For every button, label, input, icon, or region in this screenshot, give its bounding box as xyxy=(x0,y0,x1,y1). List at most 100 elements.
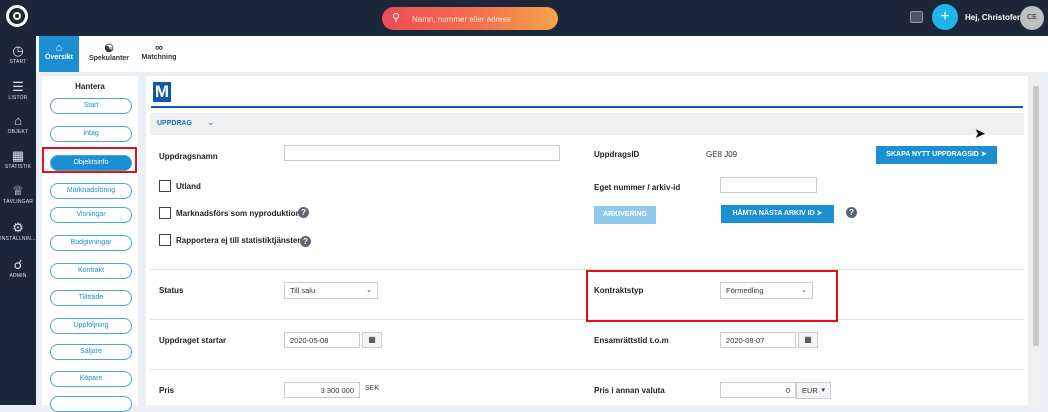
scrollbar-thumb[interactable] xyxy=(1033,86,1039,346)
uppdragsnamn-label: Uppdragsnamn xyxy=(159,152,218,161)
eget-nummer-label: Eget nummer / arkiv-id xyxy=(594,183,681,192)
calendar-icon[interactable]: ▦ xyxy=(798,332,818,348)
rapportera-checkbox[interactable] xyxy=(159,234,171,246)
object-subtabs: ⌂ Översikt ☯ Spekulanter ∞ Matchning xyxy=(36,36,1048,72)
eget-nummer-input[interactable] xyxy=(720,177,817,193)
ensamratt-label: Ensamrättstid t.o.m xyxy=(594,336,669,345)
tab-label: Översikt xyxy=(44,54,74,61)
section-header-uppdrag[interactable]: UPPDRAG ⌄ xyxy=(150,113,1024,135)
help-icon[interactable]: ? xyxy=(846,207,857,218)
hantera-tilltrade-button[interactable]: Tillträde xyxy=(50,290,132,306)
sidebar-item-installningar[interactable]: ⚙ INSTÄLLNIN... xyxy=(0,220,36,243)
chart-icon: ▦ xyxy=(11,148,25,163)
uppdragsid-label: UppdragsID xyxy=(594,150,640,159)
ensamratt-input[interactable]: 2020-08-07 xyxy=(720,332,796,348)
hantera-title: Hantera xyxy=(75,82,105,91)
hantera-uppfoljning-button[interactable]: Uppföljning xyxy=(50,318,132,334)
select-value: EUR xyxy=(802,386,818,395)
hantera-kontrakt-button[interactable]: Kontrakt xyxy=(50,263,132,279)
brand-divider xyxy=(151,106,1023,108)
hantera-marknadsforing-button[interactable]: Marknadsföring xyxy=(50,183,132,199)
tab-oversikt[interactable]: ⌂ Översikt xyxy=(39,36,79,72)
hantera-saljare-button[interactable]: Säljare xyxy=(50,344,132,360)
sidebar-item-label: STATISTIK xyxy=(4,164,32,170)
pris-annan-valuta-input[interactable]: 0 xyxy=(720,382,796,398)
utland-checkbox[interactable] xyxy=(159,180,171,192)
avatar[interactable]: CE xyxy=(1020,6,1044,30)
list-icon: ☰ xyxy=(12,79,24,94)
help-icon[interactable]: ? xyxy=(300,236,311,247)
tab-spekulanter[interactable]: ☯ Spekulanter xyxy=(84,36,134,72)
calendar-icon[interactable]: ▦ xyxy=(362,332,382,348)
lock-icon: ☌ xyxy=(13,257,23,272)
status-label: Status xyxy=(159,286,184,295)
gauge-icon: ◷ xyxy=(12,43,24,58)
mouse-cursor-icon: ➤ xyxy=(974,125,986,141)
sidebar-item-label: ADMIN xyxy=(9,273,27,279)
highlight-box-kontraktstyp xyxy=(586,270,838,322)
sidebar-item-start[interactable]: ◷ START xyxy=(0,43,36,66)
sidebar-item-admin[interactable]: ☌ ADMIN xyxy=(0,257,36,280)
sidebar-item-listor[interactable]: ☰ LISTOR xyxy=(0,79,36,102)
hantera-more-button[interactable] xyxy=(50,396,132,412)
user-greeting: Hej, Christofer! xyxy=(965,13,1023,22)
skapa-nytt-uppdragsid-button[interactable]: SKAPA NYTT UPPDRAGSID ➤ xyxy=(876,146,997,164)
row-divider xyxy=(150,369,1024,370)
arrow-circle-icon: ➤ xyxy=(980,151,987,158)
nyproduktion-label: Marknadsförs som nyproduktion xyxy=(176,209,301,218)
status-select[interactable]: Till salu ⌄ xyxy=(284,282,378,299)
brand-logo: M xyxy=(153,82,171,102)
utland-label: Utland xyxy=(176,182,201,191)
arrow-circle-icon: ➤ xyxy=(816,210,823,217)
trophy-icon: ♕ xyxy=(12,183,24,198)
calculator-icon[interactable] xyxy=(910,11,923,23)
pris-label: Pris xyxy=(159,386,175,395)
pris-input[interactable]: 3 300 000 xyxy=(284,382,360,398)
uppdragsnamn-input[interactable] xyxy=(284,145,560,161)
link-icon: ∞ xyxy=(155,42,163,54)
pris-annan-valuta-label: Pris i annan valuta xyxy=(594,386,665,395)
gear-icon: ⚙ xyxy=(12,220,24,235)
hantera-kopare-button[interactable]: Köpare xyxy=(50,371,132,387)
search-bar[interactable]: ⚲ xyxy=(382,7,558,30)
highlight-box-objektsinfo xyxy=(42,147,137,173)
app-logo-icon[interactable] xyxy=(6,5,28,27)
hantera-intag-button[interactable]: Intag xyxy=(50,126,132,142)
tab-matchning[interactable]: ∞ Matchning xyxy=(137,36,181,72)
hamta-nasta-arkiv-id-button[interactable]: HÄMTA NÄSTA ARKIV ID ➤ xyxy=(721,205,834,223)
sidebar-item-label: LISTOR xyxy=(8,95,28,101)
tab-label: Matchning xyxy=(141,54,177,61)
rapportera-label: Rapportera ej till statistiktjänster xyxy=(176,236,301,245)
hantera-visningar-button[interactable]: Visningar xyxy=(50,207,132,223)
caret-down-icon: ▾ xyxy=(821,387,825,394)
sidebar-item-label: OBJEKT xyxy=(7,129,29,135)
main-sidebar: ◷ START ☰ LISTOR ⌂ OBJEKT ▦ STATISTIK ♕ … xyxy=(0,36,36,405)
sidebar-item-tavlingar[interactable]: ♕ TÄVLINGAR xyxy=(0,183,36,206)
sidebar-item-statistik[interactable]: ▦ STATISTIK xyxy=(0,148,36,171)
house-icon: ⌂ xyxy=(14,113,22,128)
hantera-budgivningar-button[interactable]: Budgivningar xyxy=(50,235,132,251)
pris-currency: SEK xyxy=(365,385,380,392)
house-icon: ⌂ xyxy=(55,42,63,54)
help-icon[interactable]: ? xyxy=(298,207,309,218)
hantera-start-button[interactable]: Start xyxy=(50,98,132,114)
sidebar-item-label: INSTÄLLNIN... xyxy=(0,236,36,242)
people-icon: ☯ xyxy=(104,43,114,55)
uppdraget-startar-label: Uppdraget startar xyxy=(159,336,227,345)
sidebar-item-label: TÄVLINGAR xyxy=(2,199,34,205)
arkivering-button[interactable]: ARKIVERING xyxy=(594,206,656,224)
button-label: SKAPA NYTT UPPDRAGSID xyxy=(886,151,979,158)
top-bar: ⚲ + Hej, Christofer! CE xyxy=(0,0,1048,36)
uppdragsid-value: GE8 J09 xyxy=(706,150,738,159)
sidebar-item-label: START xyxy=(9,59,27,65)
search-input[interactable] xyxy=(410,10,554,29)
chevron-down-icon: ⌄ xyxy=(207,117,215,127)
currency-select[interactable]: EUR ▾ xyxy=(796,382,831,399)
nyproduktion-checkbox[interactable] xyxy=(159,207,171,219)
select-value: Till salu xyxy=(290,286,316,295)
search-icon: ⚲ xyxy=(392,12,401,24)
uppdraget-startar-input[interactable]: 2020-05-08 xyxy=(284,332,360,348)
section-title: UPPDRAG xyxy=(157,120,193,127)
add-button[interactable]: + xyxy=(932,4,958,30)
sidebar-item-objekt[interactable]: ⌂ OBJEKT xyxy=(0,113,36,136)
